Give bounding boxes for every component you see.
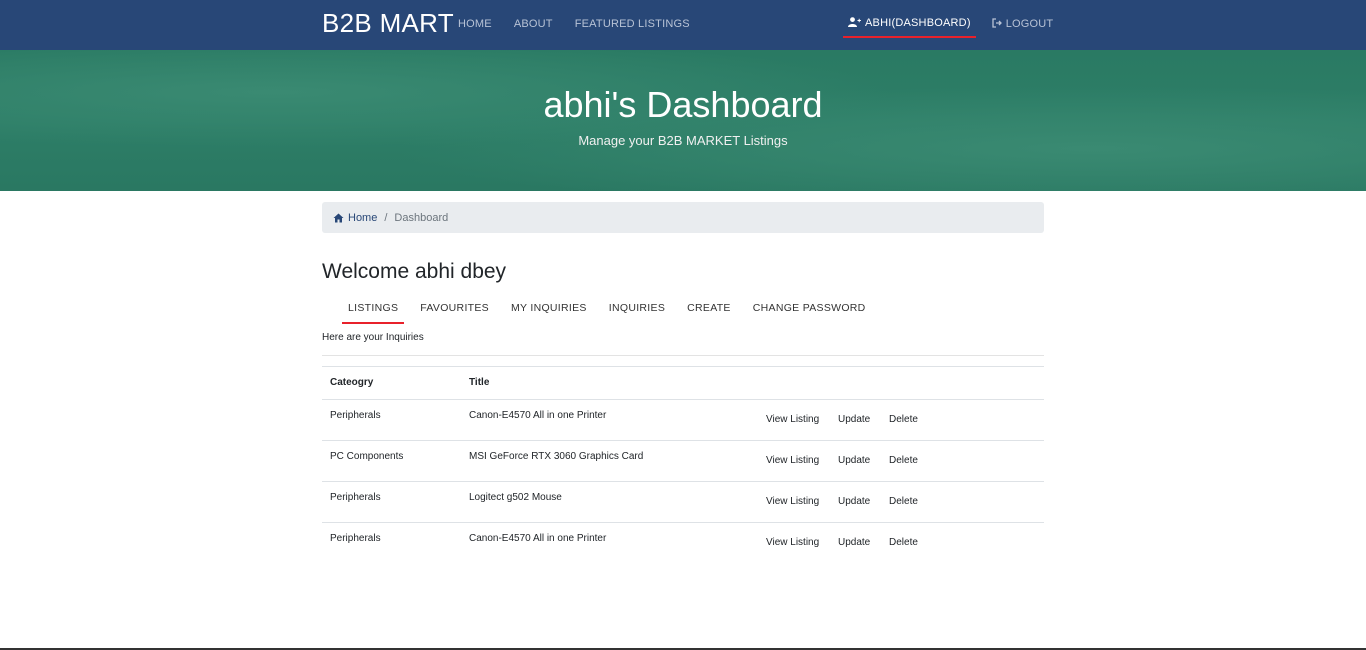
row-actions: View Listing Update Delete <box>758 440 1044 482</box>
row-category: PC Components <box>322 440 461 482</box>
table-row: PC Components MSI GeForce RTX 3060 Graph… <box>322 440 1044 482</box>
view-listing-link[interactable]: View Listing <box>766 496 819 507</box>
page-subtitle: Manage your B2B MARKET Listings <box>578 133 788 148</box>
nav-home-link[interactable]: HOME <box>458 18 492 30</box>
brand-logo[interactable]: B2B MART <box>322 8 454 39</box>
table-header-row: Cateogry Title <box>322 366 1044 400</box>
section-intro-text: Here are your Inquiries <box>322 332 424 343</box>
row-title: MSI GeForce RTX 3060 Graphics Card <box>461 440 758 482</box>
row-title: Canon-E4570 All in one Printer <box>461 399 758 441</box>
nav-about-link[interactable]: ABOUT <box>514 18 553 30</box>
dashboard-tabs: LISTINGS FAVOURITES MY INQUIRIES INQUIRI… <box>342 296 882 324</box>
tab-create[interactable]: CREATE <box>681 296 737 324</box>
divider <box>322 355 1044 356</box>
row-category: Peripherals <box>322 481 461 523</box>
tab-listings[interactable]: LISTINGS <box>342 296 405 324</box>
nav-featured-listings-link[interactable]: FEATURED LISTINGS <box>575 18 690 30</box>
nav-dashboard-link[interactable]: ABHI(DASHBOARD) <box>843 0 976 38</box>
listings-table: Cateogry Title Peripherals Canon-E4570 A… <box>322 366 1044 564</box>
view-listing-link[interactable]: View Listing <box>766 537 819 548</box>
header-category: Cateogry <box>322 366 461 400</box>
breadcrumb-separator: / <box>384 211 388 224</box>
delete-link[interactable]: Delete <box>889 496 918 507</box>
dashboard-hero-banner: abhi's Dashboard Manage your B2B MARKET … <box>0 50 1366 191</box>
update-link[interactable]: Update <box>838 496 870 507</box>
header-actions <box>758 366 1044 400</box>
delete-link[interactable]: Delete <box>889 414 918 425</box>
user-plus-icon <box>848 16 861 30</box>
row-category: Peripherals <box>322 522 461 564</box>
breadcrumb-home-label: Home <box>348 211 378 224</box>
view-listing-link[interactable]: View Listing <box>766 455 819 466</box>
delete-link[interactable]: Delete <box>889 455 918 466</box>
breadcrumb-home-link[interactable]: Home <box>333 212 377 224</box>
delete-link[interactable]: Delete <box>889 537 918 548</box>
top-navbar: B2B MART HOME ABOUT FEATURED LISTINGS AB… <box>0 0 1366 50</box>
tab-change-password[interactable]: CHANGE PASSWORD <box>747 296 872 324</box>
home-icon <box>333 213 344 222</box>
row-actions: View Listing Update Delete <box>758 399 1044 441</box>
update-link[interactable]: Update <box>838 455 870 466</box>
breadcrumb-current: Dashboard <box>394 211 449 224</box>
tab-inquiries[interactable]: INQUIRIES <box>603 296 671 324</box>
nav-logout-link[interactable]: LOGOUT <box>992 0 1054 38</box>
main-nav: HOME ABOUT FEATURED LISTINGS <box>458 18 712 30</box>
table-row: Peripherals Canon-E4570 All in one Print… <box>322 399 1044 441</box>
breadcrumb: Home / Dashboard <box>322 202 1044 233</box>
table-row: Peripherals Logitect g502 Mouse View Lis… <box>322 481 1044 523</box>
update-link[interactable]: Update <box>838 414 870 425</box>
welcome-heading: Welcome abhi dbey <box>322 260 507 283</box>
row-category: Peripherals <box>322 399 461 441</box>
header-title: Title <box>461 366 758 400</box>
tab-favourites[interactable]: FAVOURITES <box>414 296 495 324</box>
view-listing-link[interactable]: View Listing <box>766 414 819 425</box>
page-title: abhi's Dashboard <box>543 84 823 125</box>
update-link[interactable]: Update <box>838 537 870 548</box>
row-actions: View Listing Update Delete <box>758 522 1044 564</box>
row-actions: View Listing Update Delete <box>758 481 1044 523</box>
user-nav: ABHI(DASHBOARD) LOGOUT <box>843 0 1053 50</box>
tab-my-inquiries[interactable]: MY INQUIRIES <box>505 296 593 324</box>
row-title: Logitect g502 Mouse <box>461 481 758 523</box>
nav-logout-label: LOGOUT <box>1005 18 1054 30</box>
nav-dashboard-label: ABHI(DASHBOARD) <box>865 17 971 29</box>
logout-icon <box>992 17 1002 31</box>
table-row: Peripherals Canon-E4570 All in one Print… <box>322 522 1044 564</box>
row-title: Canon-E4570 All in one Printer <box>461 522 758 564</box>
